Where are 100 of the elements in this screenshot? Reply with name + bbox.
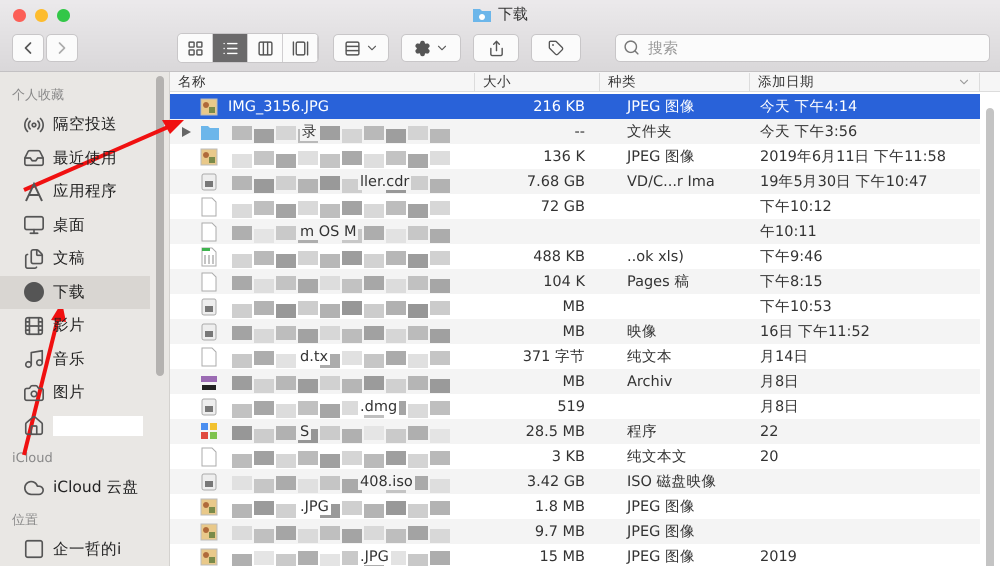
sidebar-item[interactable]: 桌面 xyxy=(0,208,150,242)
sidebar-item[interactable]: 图片 xyxy=(0,376,150,410)
date-added: 月14日 xyxy=(759,348,810,366)
file-size: 3.42 GB xyxy=(526,474,585,490)
music-note-icon xyxy=(23,348,45,370)
house-icon xyxy=(23,415,45,438)
sidebar-item[interactable]: 文稿 xyxy=(0,242,150,276)
file-kind: JPEG 图像 xyxy=(625,98,696,116)
image-thumbnail-icon xyxy=(200,546,218,566)
file-name: 录 xyxy=(300,122,319,141)
image-thumbnail-icon xyxy=(200,496,218,516)
file-row[interactable]: MB Archiv 月8日 xyxy=(170,369,980,394)
file-kind: VD/C...r Ima xyxy=(626,174,716,190)
view-mode-button[interactable] xyxy=(213,34,248,62)
file-row[interactable]: 录 -- 文件夹 今天 下午3:56 xyxy=(170,119,980,144)
file-size: 1.8 MB xyxy=(534,498,585,514)
date-added: 下午8:15 xyxy=(759,273,824,291)
file-kind: 映像 xyxy=(626,323,658,341)
image-thumbnail-icon xyxy=(200,96,218,116)
document-icon xyxy=(23,248,45,270)
date-added: 下午10:53 xyxy=(759,298,833,316)
column-header[interactable]: 大小 xyxy=(475,73,600,91)
folder-icon xyxy=(472,6,492,22)
column-header[interactable]: 种类 xyxy=(600,73,750,91)
disk-image-icon xyxy=(200,322,218,342)
column-header[interactable]: 名称 xyxy=(170,73,475,91)
back-button[interactable] xyxy=(12,34,44,62)
sidebar-item[interactable]: 隔空投送 xyxy=(0,108,150,142)
file-row[interactable]: 408.iso 3.42 GB ISO 磁盘映像 xyxy=(170,469,980,494)
sidebar-section-title: 个人收藏 xyxy=(11,87,65,105)
file-size: 28.5 MB xyxy=(524,424,585,440)
disk-image-icon xyxy=(200,396,218,416)
grid-icon xyxy=(186,40,204,56)
tag-icon xyxy=(548,40,564,56)
file-kind: ..ok xls) xyxy=(626,248,685,264)
file-name: .JPG xyxy=(358,548,391,564)
file-size: 15 MB xyxy=(538,548,585,564)
file-kind: JPEG 图像 xyxy=(625,523,696,541)
image-thumbnail-icon xyxy=(200,146,218,166)
film-icon xyxy=(23,314,45,337)
file-row[interactable]: IMG_3156.JPG 216 KB JPEG 图像 今天 下午4:14 xyxy=(170,94,980,119)
file-name: .dmg xyxy=(358,398,400,414)
file-row[interactable]: m OS M 午10:11 xyxy=(170,219,980,244)
file-kind: JPEG 图像 xyxy=(625,548,696,566)
columns-icon xyxy=(256,40,274,56)
file-size: 216 KB xyxy=(532,98,585,114)
sidebar-item[interactable]: 下载 xyxy=(0,276,150,309)
file-size: 9.7 MB xyxy=(534,524,585,540)
file-name: ller.cdr xyxy=(358,174,412,190)
tag-button[interactable] xyxy=(531,34,581,62)
app-store-icon xyxy=(23,180,45,203)
scrollbar[interactable] xyxy=(986,108,994,566)
sidebar-item[interactable]: 音乐 xyxy=(0,342,150,376)
file-row[interactable]: 9.7 MB JPEG 图像 xyxy=(170,519,980,544)
date-added: 下午9:46 xyxy=(759,248,824,266)
search-field[interactable]: 搜索 xyxy=(615,34,990,62)
date-added: 2019 xyxy=(759,548,798,564)
file-size: 519 xyxy=(556,398,585,414)
date-added: 今天 下午4:14 xyxy=(759,98,858,116)
file-size: 3 KB xyxy=(550,448,585,464)
file-kind: Pages 稿 xyxy=(626,273,690,291)
file-kind: 程序 xyxy=(626,423,658,441)
file-size: 7.68 GB xyxy=(526,174,585,190)
file-size: MB xyxy=(562,324,585,340)
file-row[interactable]: MB 映像 16日 下午11:52 xyxy=(170,319,980,344)
rows-icon xyxy=(344,40,360,56)
file-row[interactable]: ller.cdr 7.68 GB VD/C...r Ima 19年5月30日 下午10:47 xyxy=(170,169,980,194)
file-size: 104 K xyxy=(542,274,585,290)
file-name: m OS M xyxy=(298,224,358,240)
file-name: S xyxy=(298,424,312,440)
gallery-icon xyxy=(292,40,308,56)
view-mode-button[interactable] xyxy=(178,34,213,62)
date-added: 19年5月30日 下午10:47 xyxy=(759,173,929,191)
scrollbar[interactable] xyxy=(156,76,164,376)
file-kind: JPEG 图像 xyxy=(625,498,696,516)
document-icon xyxy=(200,222,218,242)
disclosure-triangle-icon[interactable] xyxy=(182,126,191,136)
date-added: 22 xyxy=(759,424,780,440)
column-header[interactable]: 添加日期 xyxy=(750,73,980,91)
file-kind: 纯文本 xyxy=(626,348,673,366)
document-icon xyxy=(200,272,218,292)
action-button[interactable] xyxy=(401,34,461,62)
date-added: 2019年6月11日 下午11:58 xyxy=(759,148,947,166)
share-button[interactable] xyxy=(473,34,519,62)
file-row[interactable]: 104 K Pages 稿 下午8:15 xyxy=(170,269,980,294)
file-kind: 文件夹 xyxy=(626,123,673,141)
file-row[interactable]: S 28.5 MB 程序 22 xyxy=(170,419,980,444)
group-button[interactable] xyxy=(333,34,389,62)
file-kind: 纯文本文 xyxy=(626,448,688,466)
date-added: 月8日 xyxy=(759,398,800,416)
file-name: .JPG xyxy=(298,498,331,514)
disk-image-icon xyxy=(200,172,218,192)
sidebar-item[interactable]: iCloud 云盘 xyxy=(0,471,150,504)
disk-image-icon xyxy=(200,472,218,492)
sidebar-item[interactable]: 企一哲的i xyxy=(0,532,150,566)
image-thumbnail-icon xyxy=(200,522,218,542)
sidebar-item[interactable]: 应用程序 xyxy=(0,175,150,208)
date-added: 下午10:12 xyxy=(759,198,833,216)
spreadsheet-icon xyxy=(200,246,218,266)
sidebar-section-title: iCloud xyxy=(11,450,54,468)
